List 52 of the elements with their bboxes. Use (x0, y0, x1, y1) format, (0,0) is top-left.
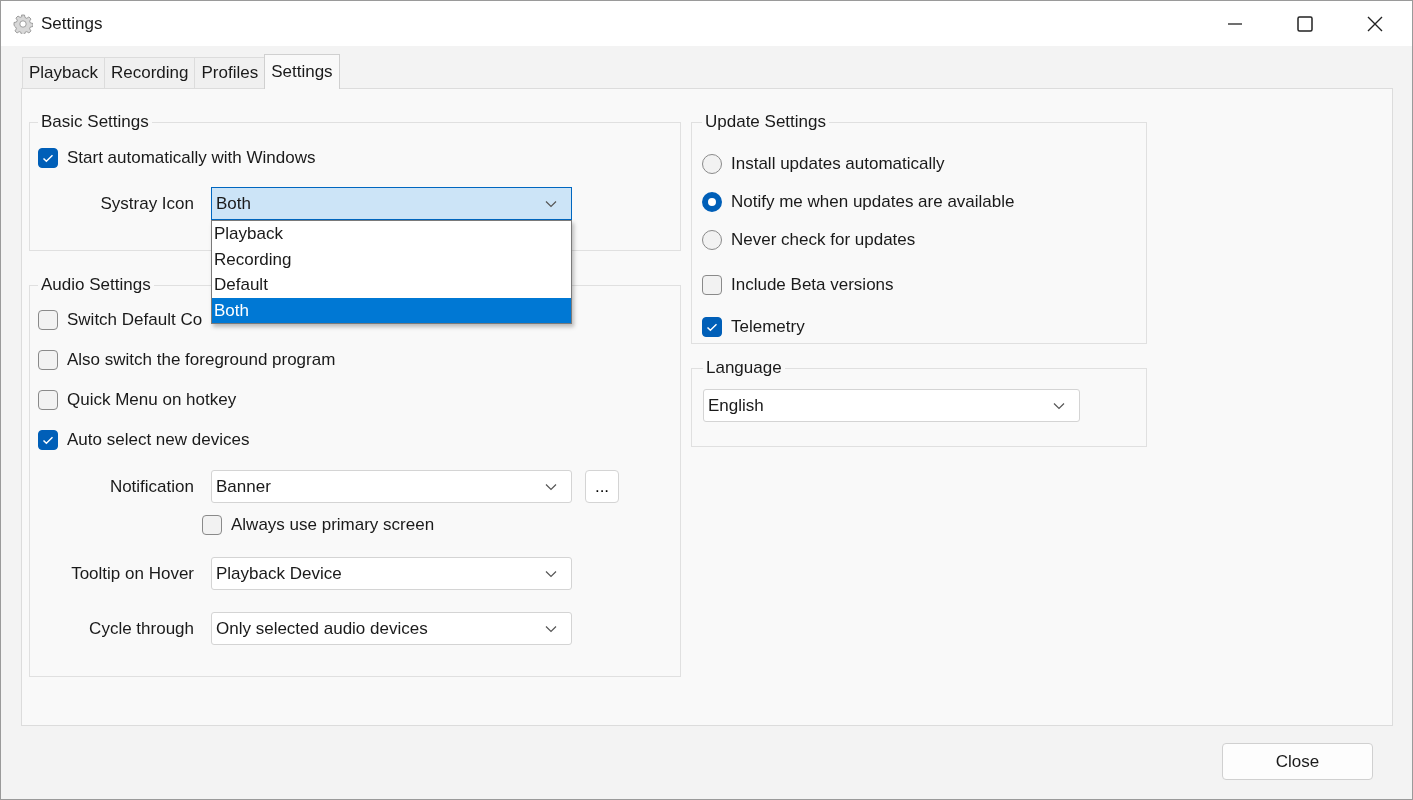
tab[interactable]: Settings (264, 54, 340, 89)
group-title: Language (705, 358, 783, 378)
dropdown[interactable]: Banner (211, 470, 572, 503)
dropdown[interactable]: Both (211, 187, 572, 220)
checkbox-label: Always use primary screen (231, 515, 435, 535)
radio-button[interactable] (702, 230, 722, 250)
radio-label: Never check for updates (731, 230, 916, 250)
checkbox-label: Telemetry (731, 317, 805, 337)
dropdown-option[interactable]: Recording (212, 246, 571, 272)
checkbox[interactable] (38, 310, 58, 330)
gear-icon (13, 13, 33, 34)
checkbox[interactable] (38, 350, 58, 370)
checkbox[interactable] (702, 275, 722, 295)
tab[interactable]: Playback (22, 57, 105, 88)
radio-label: Install updates automatically (731, 154, 945, 174)
checkbox[interactable] (38, 390, 58, 410)
close-icon[interactable] (1367, 15, 1383, 32)
window-title: Settings (41, 13, 103, 34)
checkbox-label: Include Beta versions (731, 275, 894, 295)
close-button[interactable]: Close (1222, 743, 1373, 780)
chevron-down-icon (545, 482, 557, 491)
chevron-down-icon (545, 569, 557, 578)
chevron-down-icon (545, 199, 557, 208)
radio-label: Notify me when updates are available (731, 192, 1015, 212)
dropdown-option[interactable]: Playback (212, 221, 571, 247)
group-title: Basic Settings (40, 112, 150, 132)
field-label: Tooltip on Hover (70, 563, 195, 584)
dropdown-option[interactable]: Both (212, 297, 571, 323)
field-label: Cycle through (88, 618, 195, 639)
field-label: Notification (108, 476, 195, 497)
dropdown[interactable]: English (703, 389, 1080, 422)
more-button[interactable]: ... (585, 470, 619, 503)
checkbox-label: Switch Default Co (67, 310, 203, 330)
field-label: Systray Icon (99, 193, 195, 214)
dropdown-option[interactable]: Default (212, 272, 571, 298)
group-title: Audio Settings (40, 275, 152, 295)
checkbox[interactable] (202, 515, 222, 535)
checkbox-label: Auto select new devices (67, 430, 250, 450)
maximize-icon[interactable] (1297, 15, 1313, 32)
checkbox-label: Start automatically with Windows (67, 148, 316, 168)
checkbox[interactable] (38, 430, 58, 450)
dropdown[interactable]: Only selected audio devices (211, 612, 572, 645)
chevron-down-icon (545, 624, 557, 633)
dropdown[interactable]: Playback Device (211, 557, 572, 590)
checkbox[interactable] (702, 317, 722, 337)
group-title: Update Settings (704, 112, 827, 132)
checkbox-label: Quick Menu on hotkey (67, 390, 237, 410)
checkbox-label: Also switch the foreground program (67, 350, 336, 370)
chevron-down-icon (1053, 401, 1065, 410)
radio-button[interactable] (702, 154, 722, 174)
radio-button[interactable] (702, 192, 722, 212)
checkbox[interactable] (38, 148, 58, 168)
